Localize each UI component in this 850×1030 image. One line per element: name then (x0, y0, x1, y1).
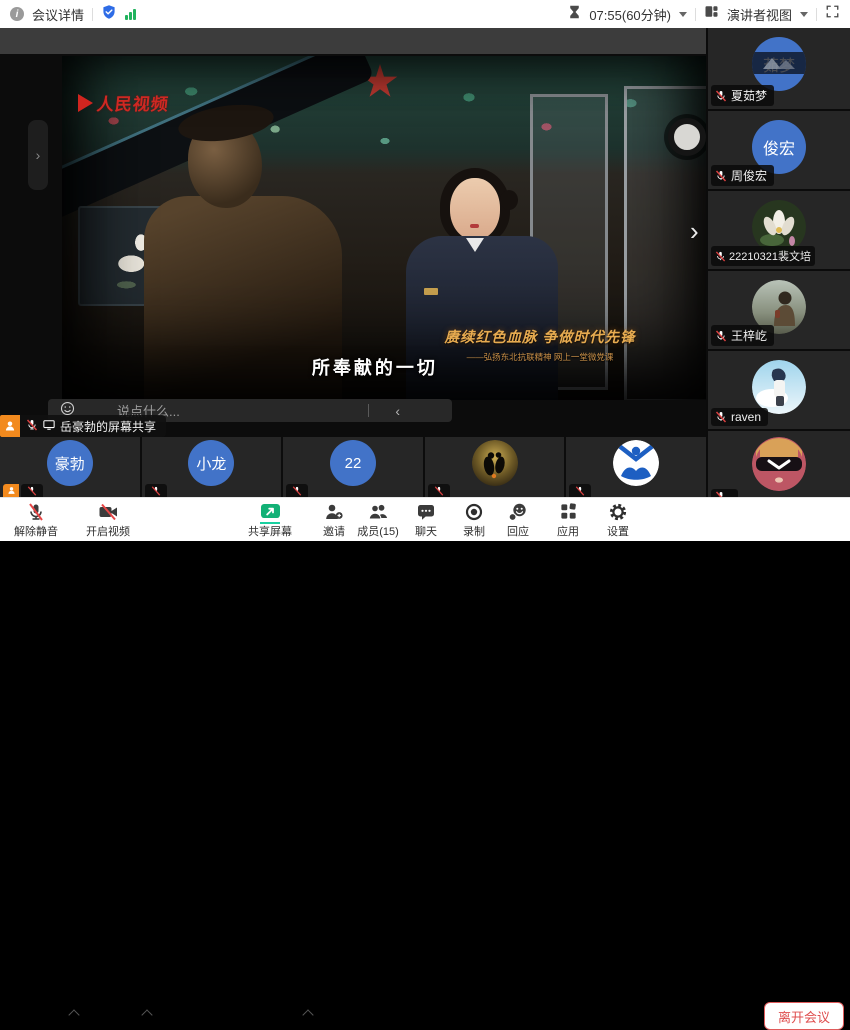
screen-share-banner: 岳豪勃的屏幕共享 (0, 415, 166, 437)
filmstrip-tile-22[interactable]: 22 (283, 437, 423, 497)
video-subtitle: 所奉献的一切 (312, 354, 438, 380)
participant-filmstrip: 豪勃 小龙 22 (0, 437, 706, 497)
participant-sidebar: 茹梦 夏茹梦 俊宏 周俊宏 22210321裴文培 (708, 28, 850, 497)
divider (695, 8, 696, 21)
shared-video-content: 人民视频 赓续红色血脉 争做时代先锋 ——弘扬东北抗联精神 网上一堂微党课 所奉… (62, 56, 706, 400)
blue-logo-avatar (613, 440, 659, 486)
slogan-sub-text: ——弘扬东北抗联精神 网上一堂微党课 (430, 351, 650, 363)
avatar: 茹梦 (752, 37, 806, 91)
left-panel-toggle[interactable]: › (28, 120, 48, 190)
share-options-caret[interactable] (302, 1009, 313, 1020)
settings-button[interactable]: 设置 (596, 501, 640, 539)
timer-dropdown-caret[interactable] (679, 12, 687, 17)
view-layout-icon (704, 4, 719, 24)
filmstrip-tile-haobo[interactable]: 豪勃 (0, 437, 140, 497)
divider (816, 8, 817, 21)
monitor-mini-icon (43, 419, 55, 434)
record-button[interactable]: 录制 (452, 501, 496, 539)
participant-tile-wangziyi[interactable]: 王梓屹 (708, 271, 850, 349)
meeting-details-button[interactable]: 会议详情 (32, 5, 84, 24)
avatar: 小龙 (188, 440, 234, 486)
view-dropdown-caret[interactable] (800, 12, 808, 17)
start-video-button[interactable]: 开启视频 (78, 501, 138, 539)
chevron-right-icon: › (690, 216, 699, 246)
avatar: 22 (330, 440, 376, 486)
name-label-stub (21, 484, 43, 497)
leave-meeting-button[interactable]: 离开会议 (764, 1002, 844, 1030)
video-slogan: 赓续红色血脉 争做时代先锋 ——弘扬东北抗联精神 网上一堂微党课 (430, 326, 650, 363)
apps-icon (559, 501, 578, 522)
avatar-overlay-band (752, 52, 806, 74)
video-options-caret[interactable] (141, 1009, 152, 1020)
network-signal-icon[interactable] (125, 8, 136, 20)
chevron-right-icon: › (36, 147, 41, 163)
mic-muted-mini-icon (26, 419, 38, 434)
shared-screen-area: 人民视频 赓续红色血脉 争做时代先锋 ——弘扬东北抗联精神 网上一堂微党课 所奉… (0, 28, 706, 497)
settings-icon (608, 501, 628, 522)
name-label-stub (286, 484, 308, 497)
participant-name-label: raven (711, 408, 768, 426)
name-label-stub (428, 484, 450, 497)
shared-screen-top-strip (0, 28, 706, 54)
divider (92, 8, 93, 21)
invite-icon (324, 501, 344, 522)
participant-tile-zhoujunhong[interactable]: 俊宏 周俊宏 (708, 111, 850, 189)
divider (368, 404, 369, 417)
chat-icon (416, 501, 436, 522)
participant-name-label: 周俊宏 (711, 165, 774, 186)
name-label-stub (145, 484, 167, 497)
info-icon[interactable]: i (10, 7, 24, 21)
chat-button[interactable]: 聊天 (404, 501, 448, 539)
members-button[interactable]: 成员(15) (348, 501, 408, 539)
record-icon (464, 501, 484, 522)
share-screen-button[interactable]: 共享屏幕 (240, 501, 300, 539)
video-watermark: 人民视频 (78, 90, 169, 115)
unmute-button[interactable]: 解除静音 (6, 501, 66, 539)
fullscreen-icon[interactable] (825, 4, 840, 24)
security-shield-icon[interactable] (101, 4, 117, 25)
reaction-button[interactable]: 回应 (496, 501, 540, 539)
participant-name-label: 夏茹梦 (711, 85, 774, 106)
share-screen-icon (260, 501, 281, 522)
participant-name-label: 22210321裴文培 (711, 246, 815, 266)
watermark-text: 人民视频 (96, 90, 171, 115)
timer-hourglass-icon (568, 5, 581, 24)
view-mode-button[interactable]: 演讲者视图 (727, 5, 792, 24)
slogan-main-text: 赓续红色血脉 争做时代先锋 (430, 326, 650, 347)
apps-button[interactable]: 应用 (546, 501, 590, 539)
topbar: i 会议详情 07:55(60分钟) 演讲者视图 (0, 0, 850, 28)
penguin-avatar (472, 440, 518, 486)
unmute-options-caret[interactable] (68, 1009, 79, 1020)
meeting-timer[interactable]: 07:55(60分钟) (589, 5, 671, 24)
anime-avatar (752, 360, 806, 414)
collapse-chat-icon[interactable]: ‹ (395, 403, 400, 419)
participant-tile-cartoon[interactable] (708, 431, 850, 497)
meeting-stage: 人民视频 赓续红色血脉 争做时代先锋 ——弘扬东北抗联精神 网上一堂微党课 所奉… (0, 28, 850, 497)
camera-off-icon (98, 501, 119, 522)
screen-share-banner-text: 岳豪勃的屏幕共享 (60, 418, 156, 435)
sharing-indicator-icon (3, 484, 19, 497)
bottom-toolbar: 解除静音 开启视频 共享屏幕 邀请 成员(15) 聊天 (0, 497, 850, 541)
participant-name-label (711, 489, 738, 497)
participant-tile-peiwenpei[interactable]: 22210321裴文培 (708, 191, 850, 269)
camera-lens-overlay (668, 118, 706, 156)
name-label-stub (569, 484, 591, 497)
participant-name-label: 王梓屹 (711, 325, 774, 346)
filmstrip-tile-penguin[interactable] (425, 437, 565, 497)
cartoon-avatar (752, 437, 806, 491)
mic-off-icon (26, 501, 46, 522)
participant-tile-xiarumeng[interactable]: 茹梦 夏茹梦 (708, 28, 850, 109)
filmstrip-tile-logo[interactable] (566, 437, 706, 497)
members-icon (368, 501, 389, 522)
play-triangle-icon (78, 94, 93, 112)
reaction-icon (508, 501, 528, 522)
avatar: 豪勃 (47, 440, 93, 486)
filmstrip-tile-xiaolong[interactable]: 小龙 (142, 437, 282, 497)
next-page-arrow[interactable]: › (690, 218, 699, 244)
presenter-icon (0, 415, 20, 437)
participant-tile-raven[interactable]: raven (708, 351, 850, 429)
share-active-underline (260, 522, 280, 524)
